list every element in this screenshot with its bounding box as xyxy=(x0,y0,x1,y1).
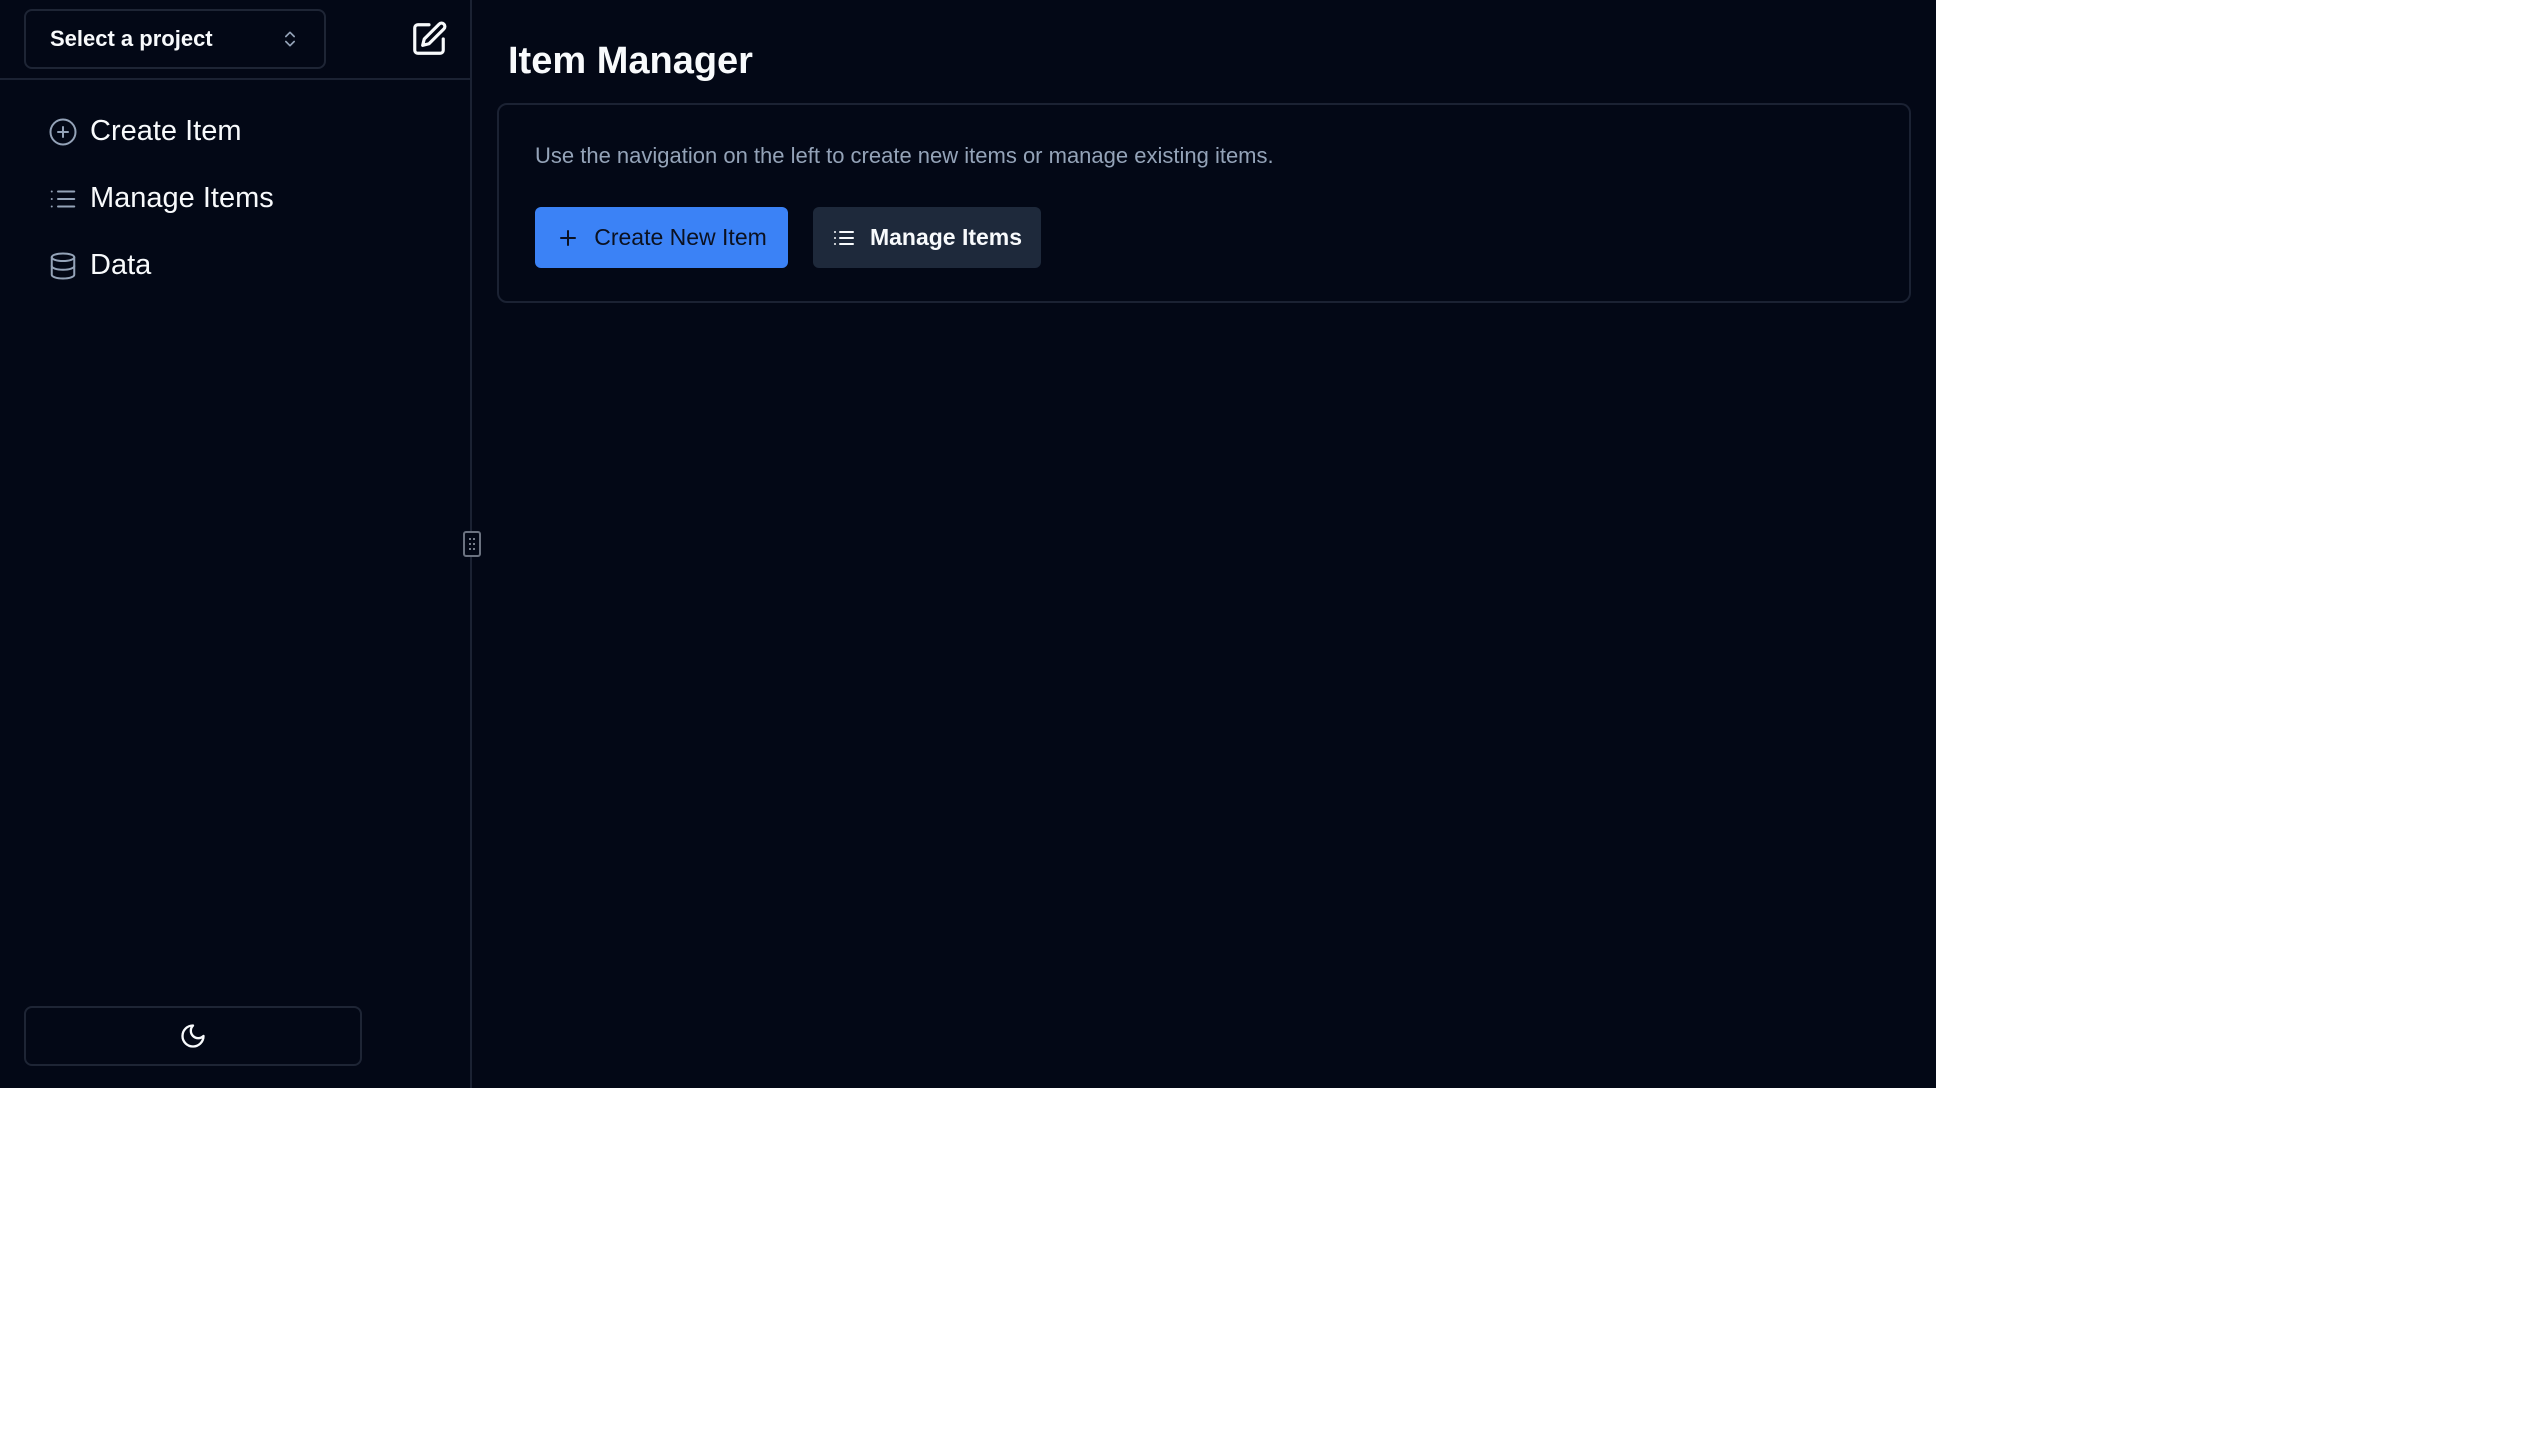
database-icon xyxy=(48,251,78,281)
create-new-item-button[interactable]: Create New Item xyxy=(535,207,788,268)
sidebar-header: Select a project xyxy=(0,0,470,80)
sidebar-nav: Create Item Manage Items Data xyxy=(0,80,470,299)
square-pen-icon xyxy=(413,21,447,55)
theme-toggle-button[interactable] xyxy=(24,1006,362,1066)
button-label: Create New Item xyxy=(594,224,767,250)
sidebar-item-data[interactable]: Data xyxy=(0,232,470,299)
welcome-card: Use the navigation on the left to create… xyxy=(497,103,1911,303)
sidebar-item-create-item[interactable]: Create Item xyxy=(0,98,470,165)
page-title: Item Manager xyxy=(508,40,753,82)
sidebar-item-label: Manage Items xyxy=(90,182,274,214)
sidebar-item-label: Create Item xyxy=(90,115,242,147)
project-select[interactable]: Select a project xyxy=(24,9,326,69)
plus-icon xyxy=(556,226,580,250)
main-content: Item Manager Use the navigation on the l… xyxy=(472,0,1936,1088)
sidebar: Select a project Create Item Manage Item… xyxy=(0,0,472,1088)
circle-plus-icon xyxy=(48,117,78,147)
chevrons-up-down-icon xyxy=(285,31,295,47)
card-description: Use the navigation on the left to create… xyxy=(535,143,1274,168)
list-icon xyxy=(48,184,78,214)
app-window: Select a project Create Item Manage Item… xyxy=(0,0,1936,1088)
manage-items-button[interactable]: Manage Items xyxy=(813,207,1041,268)
moon-icon xyxy=(181,1024,205,1048)
project-select-label: Select a project xyxy=(50,26,213,51)
button-label: Manage Items xyxy=(869,224,1023,250)
list-icon xyxy=(832,226,856,250)
sidebar-item-label: Data xyxy=(90,249,152,281)
new-project-button[interactable] xyxy=(408,18,450,60)
sidebar-item-manage-items[interactable]: Manage Items xyxy=(0,165,470,232)
